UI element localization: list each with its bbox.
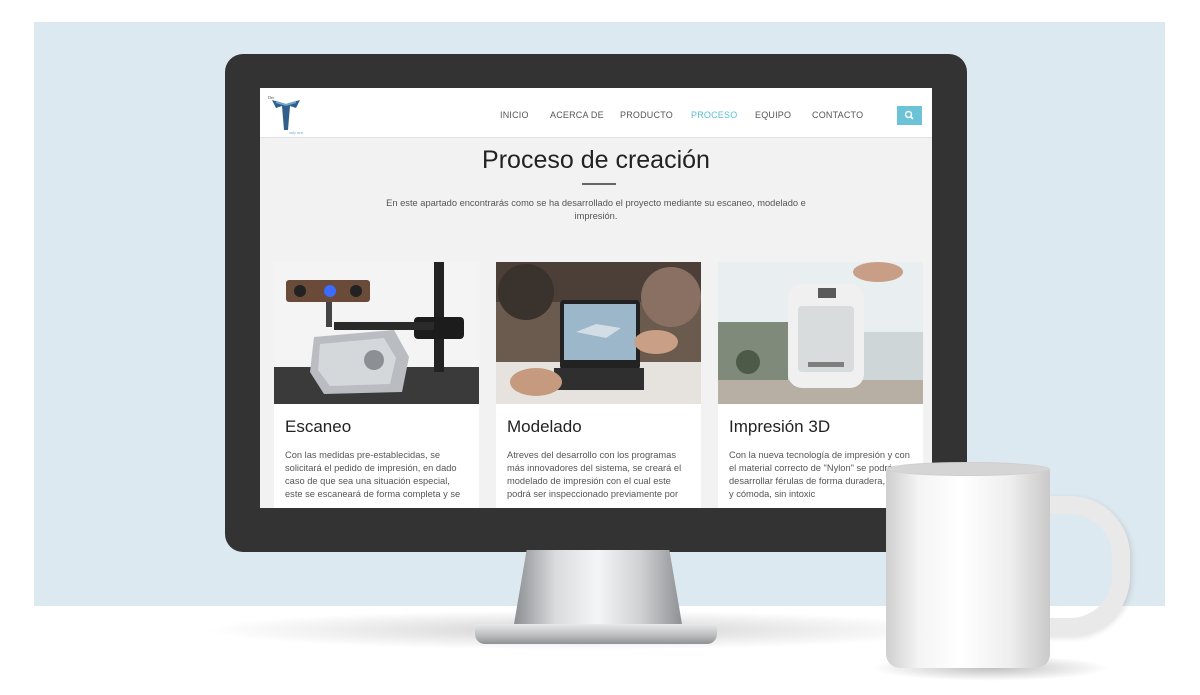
card-text: Con las medidas pre-establecidas, se sol… <box>285 450 461 499</box>
svg-text:only new: only new <box>289 130 304 135</box>
nav-equipo[interactable]: EQUIPO <box>755 110 791 120</box>
nav-contacto[interactable]: CONTACTO <box>812 110 863 120</box>
nav-proceso[interactable]: PROCESO <box>691 110 737 120</box>
card-title: Escaneo <box>285 417 352 436</box>
top-navbar: Dec only new INICIO ACERCA DE PRODUCTO P… <box>260 88 932 138</box>
card-escaneo[interactable]: Escaneo Con las medidas pre-establecidas… <box>274 262 479 508</box>
page-title: Proceso de creación <box>482 146 710 174</box>
tablet-modeling-photo <box>496 262 701 404</box>
nav-acerca-de[interactable]: ACERCA DE <box>550 110 604 120</box>
logo-icon[interactable]: Dec only new <box>266 92 308 136</box>
mug-rim <box>886 462 1050 476</box>
svg-text:Dec: Dec <box>268 95 275 100</box>
search-icon <box>904 110 914 120</box>
mug-handle <box>1038 496 1130 636</box>
card-title: Modelado <box>507 417 582 436</box>
card-modelado[interactable]: Modelado Atreves del desarrollo con los … <box>496 262 701 508</box>
website-screen: Dec only new INICIO ACERCA DE PRODUCTO P… <box>260 88 932 508</box>
coffee-mug <box>886 468 1050 668</box>
card-title: Impresión 3D <box>729 417 831 436</box>
monitor-stand <box>513 550 683 630</box>
nav-inicio[interactable]: INICIO <box>500 110 529 120</box>
nav-producto[interactable]: PRODUCTO <box>620 110 673 120</box>
card-text: Atreves del desarrollo con los programas… <box>507 450 682 499</box>
3d-scanner-photo <box>274 262 479 404</box>
title-divider <box>582 183 616 185</box>
monitor-stand-base <box>475 624 717 644</box>
3d-printer-photo <box>718 262 923 404</box>
search-button[interactable] <box>897 106 922 125</box>
intro-text: En este apartado encontrarás como se ha … <box>386 198 806 221</box>
